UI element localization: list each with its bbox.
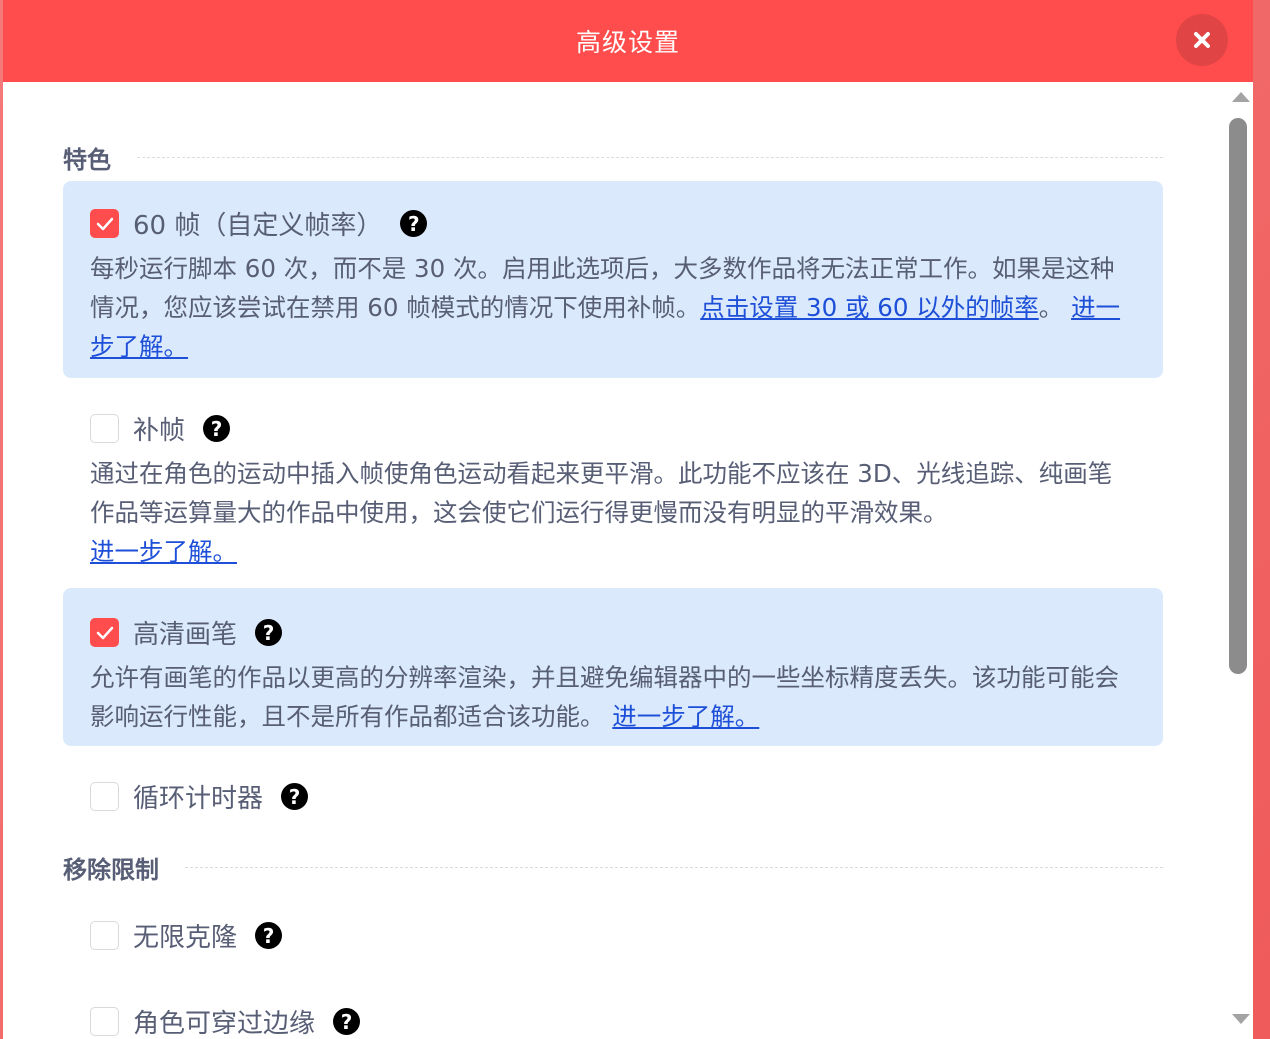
option-row: 高清画笔 ? xyxy=(90,614,283,651)
section-divider xyxy=(137,157,1163,158)
description-text: 允许有画笔的作品以更高的分辨率渲染，并且避免编辑器中的一些坐标精度丢失。该功能可… xyxy=(90,663,1119,731)
section-title: 特色 xyxy=(63,146,111,174)
help-icon[interactable]: ? xyxy=(203,415,231,442)
option-label: 无限克隆 xyxy=(133,923,238,953)
scrollbar-thumb[interactable] xyxy=(1229,118,1247,674)
option-hq-pen: 高清画笔 ? 允许有画笔的作品以更高的分辨率渲染，并且避免编辑器中的一些坐标精度… xyxy=(63,588,1163,746)
option-description: 每秒运行脚本 60 次，而不是 30 次。启用此选项后，大多数作品将无法正常工作… xyxy=(90,249,1135,366)
checkbox-offscreen-sprites[interactable] xyxy=(90,1007,119,1036)
option-row: 60 帧（自定义帧率） ? xyxy=(90,205,428,242)
option-label: 高清画笔 xyxy=(133,620,238,650)
scroll-down-arrow-icon[interactable] xyxy=(1232,1014,1250,1024)
scroll-up-arrow-icon[interactable] xyxy=(1232,92,1250,102)
custom-framerate-link[interactable]: 点击设置 30 或 60 以外的帧率 xyxy=(700,293,1039,322)
option-description: 允许有画笔的作品以更高的分辨率渲染，并且避免编辑器中的一些坐标精度丢失。该功能可… xyxy=(90,658,1135,736)
description-text: 通过在角色的运动中插入帧使角色运动看起来更平滑。此功能不应该在 3D、光线追踪、… xyxy=(90,459,1113,527)
modal-header: 高级设置 xyxy=(3,0,1253,82)
help-icon[interactable]: ? xyxy=(255,619,283,646)
advanced-settings-modal: 高级设置 特色 60 帧（自定义帧率） ? 每秒运行脚本 60 次，而不是 30… xyxy=(3,0,1253,1039)
checkbox-infinite-clones[interactable] xyxy=(90,921,119,950)
option-row: 无限克隆 ? xyxy=(90,917,283,954)
option-label: 补帧 xyxy=(133,416,186,446)
close-icon xyxy=(1194,32,1210,48)
option-60fps: 60 帧（自定义帧率） ? 每秒运行脚本 60 次，而不是 30 次。启用此选项… xyxy=(63,181,1163,378)
option-row: 角色可穿过边缘 ? xyxy=(90,1003,361,1039)
section-remove-limits: 移除限制 xyxy=(63,850,1163,885)
modal-title: 高级设置 xyxy=(575,28,680,57)
help-icon[interactable]: ? xyxy=(333,1008,361,1035)
option-description: 通过在角色的运动中插入帧使角色运动看起来更平滑。此功能不应该在 3D、光线追踪、… xyxy=(90,454,1135,571)
help-icon[interactable]: ? xyxy=(281,783,309,810)
option-label: 60 帧（自定义帧率） xyxy=(133,211,383,241)
help-icon[interactable]: ? xyxy=(400,210,428,237)
scrollbar[interactable] xyxy=(1227,82,1253,1039)
option-infinite-clones: 无限克隆 ? xyxy=(63,902,1163,962)
punctuation: 。 xyxy=(1038,293,1064,322)
help-icon[interactable]: ? xyxy=(255,922,283,949)
option-row: 补帧 ? xyxy=(90,410,231,447)
modal-content: 特色 60 帧（自定义帧率） ? 每秒运行脚本 60 次，而不是 30 次。启用… xyxy=(3,82,1253,1039)
checkmark-icon xyxy=(96,626,113,639)
option-offscreen-sprites: 角色可穿过边缘 ? xyxy=(63,988,1163,1039)
option-warp-timer: 循环计时器 ? xyxy=(63,762,1163,822)
checkbox-interpolation[interactable] xyxy=(90,414,119,443)
checkbox-warp-timer[interactable] xyxy=(90,782,119,811)
option-label: 循环计时器 xyxy=(133,784,264,814)
option-row: 循环计时器 ? xyxy=(90,778,309,815)
checkmark-icon xyxy=(96,217,113,230)
learn-more-link[interactable]: 进一步了解。 xyxy=(612,702,759,731)
section-divider xyxy=(185,867,1163,868)
option-interpolation: 补帧 ? 通过在角色的运动中插入帧使角色运动看起来更平滑。此功能不应该在 3D、… xyxy=(63,388,1163,568)
option-label: 角色可穿过边缘 xyxy=(133,1009,316,1039)
section-title: 移除限制 xyxy=(63,856,159,884)
close-button[interactable] xyxy=(1176,14,1228,66)
section-features: 特色 xyxy=(63,140,1163,175)
learn-more-link[interactable]: 进一步了解。 xyxy=(90,537,237,566)
checkbox-hq-pen[interactable] xyxy=(90,618,119,647)
checkbox-60fps[interactable] xyxy=(90,209,119,238)
